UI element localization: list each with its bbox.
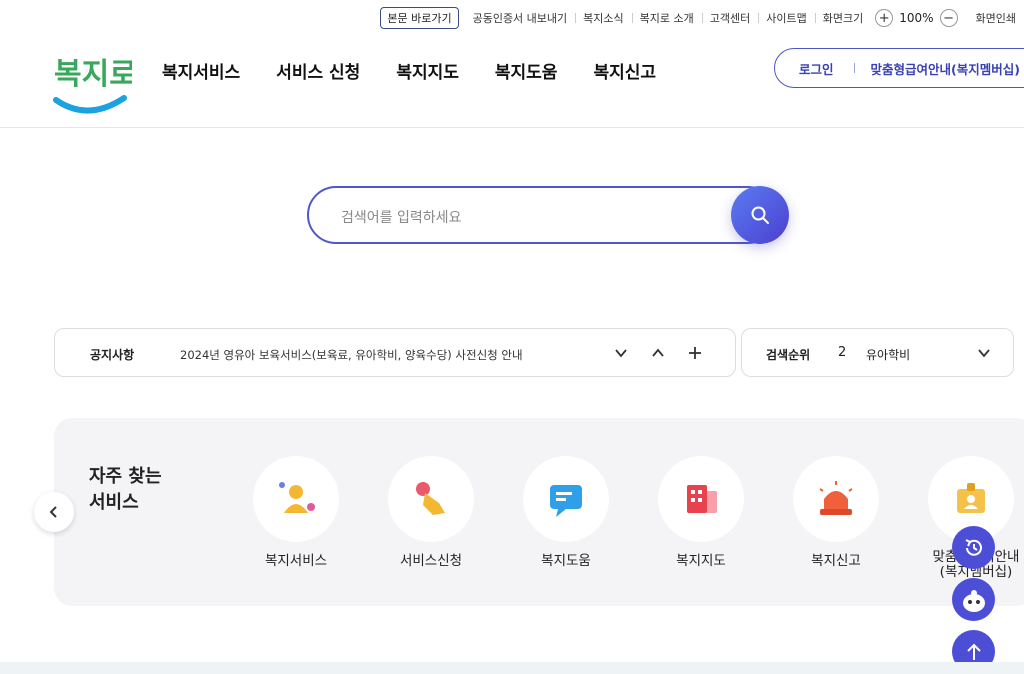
recent-history-button[interactable] — [952, 526, 995, 569]
search-placeholder: 검색어를 입력하세요 — [341, 210, 462, 226]
hand-tap-icon — [416, 482, 445, 515]
skip-to-content-link[interactable]: 본문 바로가기 — [380, 7, 459, 29]
favorite-services-title: 자주 찾는 서비스 — [89, 466, 162, 513]
ranking-number: 2 — [838, 345, 847, 360]
notice-bar: 공지사항 2024년 영유아 보육서비스(보육료, 유아학비, 양육수당) 사전… — [54, 328, 736, 377]
search-input[interactable]: 검색어를 입력하세요 — [307, 186, 777, 244]
member-box: 로그인 맞춤형급여안내(복지멤버십) — [774, 48, 1024, 88]
utility-bar: 본문 바로가기 공동인증서 내보내기 복지소식 복지로 소개 고객센터 사이트맵… — [380, 6, 1024, 30]
login-link[interactable]: 로그인 — [775, 59, 854, 78]
chevron-up-icon — [652, 348, 664, 357]
notice-prev-button[interactable] — [648, 343, 668, 363]
search-area: 검색어를 입력하세요 — [307, 186, 789, 244]
main-nav: 복지서비스 서비스 신청 복지지도 복지도움 복지신고 — [162, 58, 656, 83]
zoom-value: 100% — [899, 11, 934, 25]
chat-icon — [550, 485, 582, 517]
notice-next-button[interactable] — [611, 343, 631, 363]
service-circle — [523, 456, 609, 542]
util-link-customer-center[interactable]: 고객센터 — [701, 10, 758, 26]
nav-item-welfare-report[interactable]: 복지신고 — [593, 58, 656, 83]
ranking-expand-button[interactable] — [974, 343, 994, 363]
util-link-about[interactable]: 복지로 소개 — [631, 10, 702, 26]
chatbot-icon — [962, 589, 985, 612]
membership-link[interactable]: 맞춤형급여안내(복지멤버십) — [871, 59, 1020, 78]
service-label: 복지지도 — [676, 553, 726, 569]
service-item-help[interactable]: 복지도움 — [523, 456, 609, 569]
service-label: 복지서비스 — [264, 553, 328, 569]
util-link-news[interactable]: 복지소식 — [575, 10, 631, 26]
nav-item-welfare-map[interactable]: 복지지도 — [396, 58, 459, 83]
member-divider — [853, 63, 855, 73]
chevron-left-icon — [49, 506, 57, 518]
service-circle — [658, 456, 744, 542]
notice-text[interactable]: 2024년 영유아 보육서비스(보육료, 유아학비, 양육수당) 사전신청 안내 — [180, 347, 523, 363]
nav-item-welfare-service[interactable]: 복지서비스 — [162, 58, 240, 83]
service-label: 서비스신청 — [399, 553, 463, 569]
site-header: 복지로 복지서비스 서비스 신청 복지지도 복지도움 복지신고 로그인 맞춤형급… — [0, 36, 1024, 128]
person-icon — [279, 482, 315, 513]
zoom-label: 화면크기 — [814, 10, 871, 26]
service-circle — [253, 456, 339, 542]
util-link-cert-export[interactable]: 공동인증서 내보내기 — [465, 10, 576, 26]
id-card-icon — [957, 483, 985, 513]
notice-title: 공지사항 — [90, 348, 135, 362]
nav-item-service-apply[interactable]: 서비스 신청 — [276, 58, 360, 83]
site-logo[interactable]: 복지로 — [52, 44, 137, 114]
service-item-apply[interactable]: 서비스신청 — [388, 456, 474, 569]
service-circle — [793, 456, 879, 542]
zoom-in-button[interactable]: + — [875, 9, 894, 27]
ranking-title: 검색순위 — [766, 348, 811, 362]
service-item-report[interactable]: 복지신고 — [793, 456, 879, 569]
chevron-down-icon — [615, 349, 627, 358]
service-item-welfare[interactable]: 복지서비스 — [253, 456, 339, 569]
search-ranking: 검색순위 2 유아학비 — [741, 328, 1014, 377]
logo-text: 복지로 — [54, 57, 132, 92]
plus-icon — [689, 347, 701, 359]
nav-item-welfare-help[interactable]: 복지도움 — [495, 58, 558, 83]
search-button[interactable] — [731, 186, 789, 244]
print-link[interactable]: 화면인쇄 — [962, 10, 1024, 26]
service-circle — [388, 456, 474, 542]
arrow-up-icon — [966, 643, 981, 660]
building-icon — [687, 485, 717, 513]
carousel-prev-button[interactable] — [34, 492, 74, 532]
service-label: 복지도움 — [541, 553, 591, 569]
service-item-map[interactable]: 복지지도 — [658, 456, 744, 569]
siren-icon — [819, 481, 853, 515]
zoom-out-button[interactable]: − — [939, 9, 958, 27]
util-link-sitemap[interactable]: 사이트맵 — [758, 10, 814, 26]
history-icon — [965, 538, 982, 556]
logo-graphic: 복지로 — [53, 57, 137, 114]
search-icon — [751, 206, 769, 224]
bottom-section-edge — [0, 662, 1024, 674]
chatbot-button[interactable] — [952, 578, 995, 621]
service-label: 복지신고 — [811, 553, 861, 569]
chevron-down-icon — [978, 349, 990, 358]
ranking-keyword[interactable]: 유아학비 — [866, 346, 910, 363]
notice-more-button[interactable] — [685, 343, 705, 363]
